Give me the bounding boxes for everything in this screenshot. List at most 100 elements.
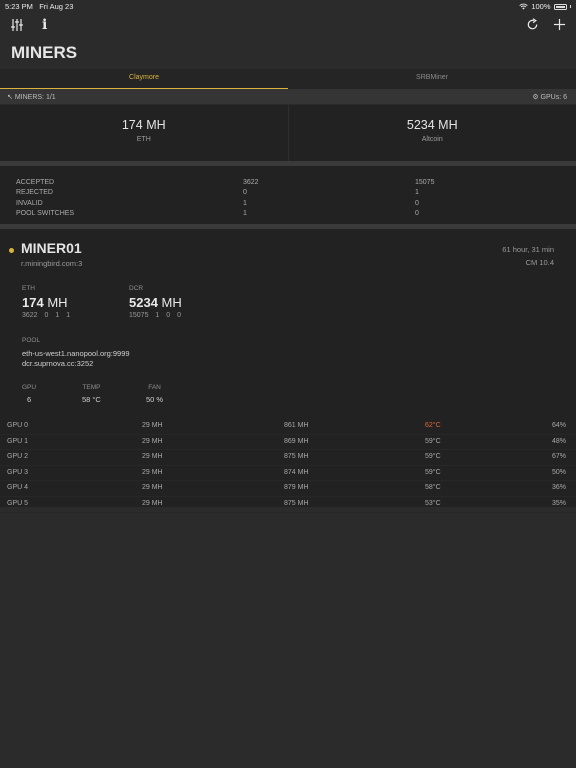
tab-srbminer[interactable]: SRBMiner bbox=[288, 69, 576, 89]
gpu-fan: 36% bbox=[551, 484, 566, 492]
coin-eth-value: 174 bbox=[22, 295, 44, 310]
pool-label: POOL bbox=[22, 337, 41, 344]
gpu-row: GPU 4 29 MH 879 MH 58°C 36% bbox=[0, 481, 576, 497]
gpu-name: GPU 4 bbox=[7, 484, 29, 492]
fan-label: FAN bbox=[148, 384, 161, 391]
fan-value: 50 % bbox=[146, 395, 164, 404]
plus-icon[interactable] bbox=[553, 18, 566, 33]
gpu-temp: 53°C bbox=[425, 499, 441, 507]
stats-value-eth: 3622 bbox=[243, 179, 259, 186]
stats-row: POOL SWITCHES 1 0 bbox=[0, 210, 576, 220]
stats-row: ACCEPTED 3622 15075 bbox=[0, 179, 576, 189]
collapse-arrow-icon[interactable]: ↖ bbox=[7, 94, 13, 101]
battery-icon bbox=[553, 3, 567, 10]
gpu-count-block: GPU 6 bbox=[22, 384, 36, 404]
stats-label: REJECTED bbox=[16, 189, 53, 197]
coin-dcr-value: 5234 bbox=[129, 295, 158, 310]
gpu-name: GPU 5 bbox=[7, 499, 29, 507]
temp-label: TEMP bbox=[82, 384, 101, 391]
stats-label: ACCEPTED bbox=[16, 179, 55, 186]
gpu-table: GPU 0 29 MH 861 MH 62°C 64% GPU 1 29 MH 869 MH 5… bbox=[0, 419, 576, 513]
gpu-fan: 50% bbox=[551, 468, 566, 476]
fan-block: FAN 50 % bbox=[146, 384, 163, 404]
gpu-count-value: 6 bbox=[26, 395, 32, 404]
coin-dcr-label: DCR bbox=[129, 285, 144, 292]
battery-cap bbox=[569, 5, 571, 8]
status-bar: 5:23 PM Fri Aug 23 100% bbox=[0, 0, 576, 12]
stats-label: INVALID bbox=[16, 199, 43, 207]
status-dot-icon bbox=[9, 248, 14, 253]
stats-label: POOL SWITCHES bbox=[16, 209, 75, 217]
gpu-alt-hashrate: 879 MH bbox=[284, 484, 309, 492]
coin-eth-hashrate: 174 MH bbox=[22, 295, 70, 310]
miner-version: CM 10.4 bbox=[525, 258, 554, 267]
stats-value-eth: 1 bbox=[243, 199, 247, 207]
stats-value-alt: 0 bbox=[415, 199, 419, 207]
summary-eth-value: 174 MH bbox=[121, 118, 166, 132]
gpu-temp: 58°C bbox=[425, 484, 441, 492]
status-time-date: 5:23 PM Fri Aug 23 bbox=[5, 2, 73, 11]
gpu-alt-hashrate: 869 MH bbox=[284, 437, 309, 445]
coin-dcr-unit: MH bbox=[161, 295, 182, 310]
gpus-count: ⚙ GPUs: 6 bbox=[532, 93, 567, 101]
gpu-name: GPU 2 bbox=[7, 453, 29, 461]
summary-altcoin-value: 5234 MH bbox=[406, 118, 458, 132]
miner-uptime: 61 hour, 31 min bbox=[502, 245, 554, 254]
gpu-row: GPU 0 29 MH 861 MH 62°C 64% bbox=[0, 419, 576, 435]
gpu-name: GPU 1 bbox=[7, 437, 29, 445]
stats-value-eth: 1 bbox=[243, 209, 247, 217]
temp-block: TEMP 58 °C bbox=[82, 384, 101, 404]
pool-section: POOL eth-us-west1.nanopool.org:9999 dcr.… bbox=[22, 337, 130, 368]
coin-eth-label: ETH bbox=[22, 285, 35, 292]
shares-stats: ACCEPTED 3622 15075 REJECTED 0 1 INVALID… bbox=[0, 166, 576, 224]
stats-value-eth: 0 bbox=[243, 189, 247, 197]
refresh-icon[interactable] bbox=[526, 18, 539, 33]
stats-value-alt: 1 bbox=[415, 189, 419, 197]
pool-line: eth-us-west1.nanopool.org:9999 bbox=[22, 349, 130, 358]
battery-percent: 100% bbox=[531, 2, 551, 11]
gpu-name: GPU 3 bbox=[7, 468, 29, 476]
gpu-fan: 64% bbox=[551, 422, 566, 429]
temp-value: 58 °C bbox=[82, 395, 101, 404]
gpu-eth-hashrate: 29 MH bbox=[142, 453, 163, 461]
sliders-icon[interactable] bbox=[10, 18, 24, 34]
coin-eth: ETH 174 MH 3622 0 1 1 bbox=[22, 285, 70, 319]
gpu-alt-hashrate: 875 MH bbox=[284, 499, 309, 507]
gpu-eth-hashrate: 29 MH bbox=[142, 468, 163, 476]
summary-eth-label: ETH bbox=[136, 136, 151, 143]
stats-value-alt: 0 bbox=[415, 209, 419, 217]
gpu-alt-hashrate: 875 MH bbox=[284, 453, 309, 461]
miners-count-label: MINERS: 1/1 bbox=[14, 94, 56, 101]
status-date: Fri Aug 23 bbox=[39, 2, 74, 11]
miners-count: ↖ MINERS: 1/1 bbox=[7, 93, 56, 101]
coin-eth-unit: MH bbox=[47, 295, 68, 310]
gpu-alt-hashrate: 874 MH bbox=[284, 468, 309, 476]
stats-value-alt: 15075 bbox=[415, 179, 435, 186]
summary-altcoin-label: Altcoin bbox=[421, 136, 443, 143]
tab-claymore[interactable]: Claymore bbox=[0, 69, 288, 89]
gpu-eth-hashrate: 29 MH bbox=[142, 437, 163, 445]
status-time: 5:23 PM bbox=[5, 2, 33, 11]
gpus-count-label: GPUs: 6 bbox=[540, 94, 567, 101]
stats-row: INVALID 1 0 bbox=[0, 200, 576, 210]
gpu-fan: 35% bbox=[551, 499, 566, 507]
nav-bar: i bbox=[0, 12, 576, 40]
stats-row: REJECTED 0 1 bbox=[0, 189, 576, 199]
gpu-eth-hashrate: 29 MH bbox=[142, 484, 163, 492]
gpu-fan: 48% bbox=[551, 437, 566, 445]
info-icon[interactable]: i bbox=[42, 18, 47, 32]
miner-card[interactable]: MINER01 r.miningbird.com:3 61 hour, 31 m… bbox=[0, 229, 576, 513]
gpu-fan: 67% bbox=[551, 453, 566, 461]
gpu-name: GPU 0 bbox=[7, 422, 29, 429]
gpu-row: GPU 5 29 MH 875 MH 53°C 35% bbox=[0, 497, 576, 513]
pool-line: dcr.suprnova.cc:3252 bbox=[22, 359, 94, 368]
gpu-row: GPU 1 29 MH 869 MH 59°C 48% bbox=[0, 435, 576, 451]
gpu-alt-hashrate: 861 MH bbox=[284, 422, 309, 429]
gpu-row: GPU 2 29 MH 875 MH 59°C 67% bbox=[0, 450, 576, 466]
coin-dcr: DCR 5234 MH 15075 1 0 0 bbox=[129, 285, 182, 319]
summary-altcoin: 5234 MH Altcoin bbox=[287, 105, 576, 161]
coin-dcr-shares: 15075 1 0 0 bbox=[129, 312, 181, 319]
summary-eth: 174 MH ETH bbox=[0, 105, 288, 161]
gpu-eth-hashrate: 29 MH bbox=[142, 422, 163, 429]
coin-dcr-hashrate: 5234 MH bbox=[129, 295, 182, 310]
